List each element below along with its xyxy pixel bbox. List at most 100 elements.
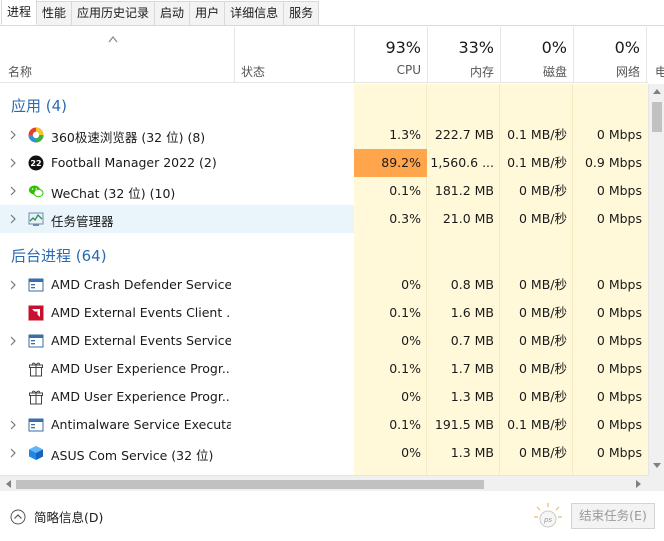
memory-value: 1.6 MB <box>450 305 494 320</box>
chevron-right-icon[interactable] <box>9 420 17 430</box>
chevron-right-icon[interactable] <box>9 214 17 224</box>
column-network-label: 网络 <box>615 65 640 79</box>
column-memory-label: 内存 <box>469 65 494 79</box>
group-header-apps[interactable]: 应用 (4) <box>0 90 648 118</box>
network-value: 0 Mbps <box>596 417 642 432</box>
scroll-up-arrow-icon[interactable] <box>653 88 661 94</box>
table-row[interactable]: WeChat (32 位) (10) 0.1% 181.2 MB 0 MB/秒 … <box>0 177 648 205</box>
table-row[interactable]: 任务管理器 0.3% 21.0 MB 0 MB/秒 0 Mbps <box>0 205 648 233</box>
table-row[interactable]: AMD External Events Client ... 0.1% 1.6 … <box>0 299 648 327</box>
column-status-label: 状态 <box>241 65 266 79</box>
disk-value: 0 MB/秒 <box>519 211 567 226</box>
network-value: 0 Mbps <box>596 333 642 348</box>
footer-bar: 简略信息(D) 结束任务(E) <box>0 491 664 541</box>
table-row[interactable]: 360极速浏览器 (32 位) (8) 1.3% 222.7 MB 0.1 MB… <box>0 121 648 149</box>
service-window-icon <box>28 334 44 348</box>
fewer-details-toggle[interactable]: 简略信息(D) <box>10 507 103 526</box>
cpu-value: 0.1% <box>389 305 421 320</box>
collapse-up-circle-icon <box>10 509 26 524</box>
scrollbar-corner <box>648 475 664 491</box>
column-cpu[interactable]: 93% CPU <box>354 27 427 83</box>
disk-value: 0 MB/秒 <box>519 333 567 348</box>
chevron-right-icon[interactable] <box>9 336 17 346</box>
vertical-scroll-thumb[interactable] <box>652 102 662 132</box>
disk-value: 0.1 MB/秒 <box>507 127 567 142</box>
memory-value: 1.3 MB <box>450 445 494 460</box>
scroll-left-arrow-icon[interactable] <box>5 480 11 488</box>
tab-performance[interactable]: 性能 <box>36 1 73 25</box>
process-name: ASUS Com Service (32 位) <box>51 448 214 463</box>
table-row[interactable]: 22 Football Manager 2022 (2) 89.2% 1,560… <box>0 149 648 177</box>
network-value: 0 Mbps <box>596 277 642 292</box>
column-network[interactable]: 0% 网络 <box>573 27 646 83</box>
group-header-background[interactable]: 后台进程 (64) <box>0 240 648 268</box>
horizontal-scrollbar[interactable] <box>0 475 648 491</box>
process-name: 任务管理器 <box>51 214 114 229</box>
svg-text:22: 22 <box>30 159 41 168</box>
disk-value: 0 MB/秒 <box>519 361 567 376</box>
column-name[interactable]: 名称 <box>0 27 234 83</box>
service-window-icon <box>28 418 44 432</box>
process-name: 360极速浏览器 (32 位) (8) <box>51 130 206 145</box>
360-browser-icon <box>28 127 44 143</box>
tab-app-history[interactable]: 应用历史记录 <box>71 1 156 25</box>
table-row[interactable]: Antimalware Service Executa... 0.1% 191.… <box>0 411 648 439</box>
table-row[interactable]: AMD User Experience Progr... 0% 1.3 MB 0… <box>0 383 648 411</box>
process-name: Football Manager 2022 (2) <box>51 155 217 170</box>
vertical-scrollbar[interactable] <box>648 84 664 475</box>
cpu-value: 0.3% <box>389 211 421 226</box>
column-memory[interactable]: 33% 内存 <box>427 27 500 83</box>
tab-details[interactable]: 详细信息 <box>224 1 285 25</box>
memory-value: 1,560.6 ... <box>430 155 494 170</box>
network-value: 0 Mbps <box>596 211 642 226</box>
process-name: WeChat (32 位) (10) <box>51 186 176 201</box>
column-header: 名称 状态 93% CPU 33% 内存 0% 磁盘 0% 网络 电 <box>0 27 664 83</box>
disk-value: 0 MB/秒 <box>519 277 567 292</box>
chevron-right-icon[interactable] <box>9 186 17 196</box>
table-row[interactable]: AMD Crash Defender Service 0% 0.8 MB 0 M… <box>0 271 648 299</box>
memory-total-percent: 33% <box>458 38 494 57</box>
chevron-right-icon[interactable] <box>9 130 17 140</box>
disk-total-percent: 0% <box>541 38 567 57</box>
sort-caret-up-icon <box>108 36 118 43</box>
amd-logo-icon <box>28 305 44 321</box>
column-power[interactable]: 电 <box>646 27 664 83</box>
disk-value: 0 MB/秒 <box>519 445 567 460</box>
network-total-percent: 0% <box>614 38 640 57</box>
tab-processes[interactable]: 进程 <box>1 0 38 25</box>
cpu-total-percent: 93% <box>385 38 421 57</box>
gift-box-icon <box>29 390 43 405</box>
column-status[interactable]: 状态 <box>234 27 354 83</box>
process-name: AMD Crash Defender Service <box>51 277 231 292</box>
scroll-right-arrow-icon[interactable] <box>636 480 642 488</box>
svg-text:ps: ps <box>543 516 552 524</box>
table-row[interactable]: ASUS Com Service (32 位) 0% 1.3 MB 0 MB/秒… <box>0 439 648 467</box>
memory-value: 0.7 MB <box>450 333 494 348</box>
horizontal-scroll-thumb[interactable] <box>16 480 484 489</box>
table-row[interactable]: AMD External Events Service ... 0% 0.7 M… <box>0 327 648 355</box>
memory-value: 1.7 MB <box>450 361 494 376</box>
tab-services[interactable]: 服务 <box>283 1 320 25</box>
table-row[interactable]: AMD User Experience Progr... 0.1% 1.7 MB… <box>0 355 648 383</box>
end-task-button[interactable]: 结束任务(E) <box>571 503 655 529</box>
column-disk[interactable]: 0% 磁盘 <box>500 27 573 83</box>
service-window-icon <box>28 278 44 292</box>
disk-value: 0 MB/秒 <box>519 389 567 404</box>
cpu-value: 0% <box>401 277 421 292</box>
network-value: 0 Mbps <box>596 305 642 320</box>
scroll-down-arrow-icon[interactable] <box>653 463 661 469</box>
column-cpu-label: CPU <box>396 63 421 77</box>
chevron-right-icon[interactable] <box>9 158 17 168</box>
cpu-value: 89.2% <box>354 149 427 177</box>
chevron-right-icon[interactable] <box>9 448 17 458</box>
process-name: Antimalware Service Executa... <box>51 417 231 432</box>
cpu-value: 0.1% <box>389 183 421 198</box>
process-name: AMD External Events Service ... <box>51 333 231 348</box>
tab-users[interactable]: 用户 <box>189 1 226 25</box>
cpu-value: 0% <box>401 333 421 348</box>
tab-startup[interactable]: 启动 <box>154 1 191 25</box>
network-value: 0.9 Mbps <box>584 155 642 170</box>
chevron-right-icon[interactable] <box>9 280 17 290</box>
wechat-icon <box>29 185 44 198</box>
network-value: 0 Mbps <box>596 445 642 460</box>
